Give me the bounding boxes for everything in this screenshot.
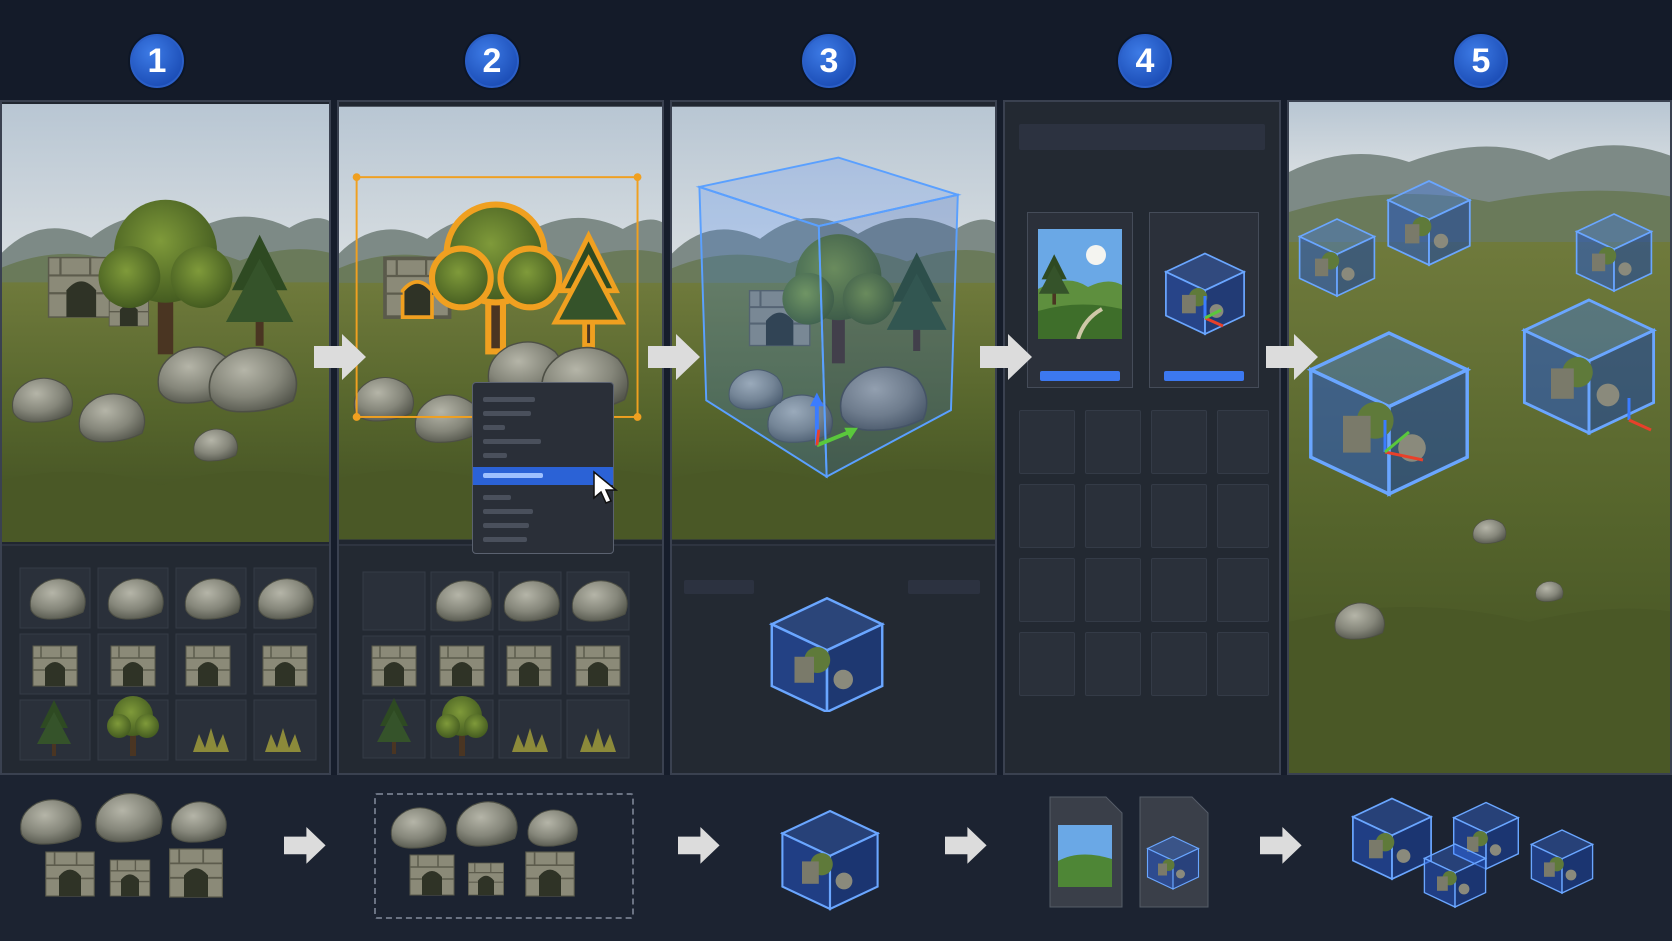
arrow-right-icon: [314, 334, 366, 380]
scene-viewport-3[interactable]: [672, 102, 995, 544]
panel-step-3: [670, 100, 997, 775]
menu-item[interactable]: [483, 425, 505, 430]
menu-item[interactable]: [483, 439, 541, 444]
summary-illustrations: [20, 792, 1594, 911]
empty-slot[interactable]: [1217, 410, 1269, 474]
menu-item[interactable]: [483, 509, 533, 514]
panel-step-5: [1287, 100, 1672, 775]
step-badge-5: 5: [1452, 32, 1510, 90]
step-badge-2: 2: [463, 32, 521, 90]
panel-header-bar: [684, 580, 754, 594]
empty-slot[interactable]: [1019, 632, 1075, 696]
scene-asset-card[interactable]: [1027, 212, 1133, 388]
empty-slot[interactable]: [1217, 632, 1269, 696]
panel-header-bar: [908, 580, 980, 594]
prefab-preview-panel: [672, 544, 995, 773]
empty-slot[interactable]: [1151, 558, 1207, 622]
menu-item[interactable]: [483, 411, 531, 416]
scene-thumbnail-icon: [1038, 229, 1122, 339]
empty-slot[interactable]: [1085, 632, 1141, 696]
open-button[interactable]: [1164, 371, 1244, 381]
empty-slot[interactable]: [1151, 484, 1207, 548]
selection-group-box: [374, 793, 634, 919]
open-button[interactable]: [1040, 371, 1120, 381]
panel-step-1: [0, 100, 331, 775]
empty-slot[interactable]: [1217, 558, 1269, 622]
scene-viewport-5[interactable]: [1289, 102, 1672, 775]
step-badge-4: 4: [1116, 32, 1174, 90]
menu-item[interactable]: [483, 537, 527, 542]
empty-slot[interactable]: [1085, 410, 1141, 474]
scene-viewport-1[interactable]: [2, 102, 329, 544]
empty-slot[interactable]: [1019, 558, 1075, 622]
prefab-cube-icon[interactable]: [762, 582, 892, 712]
asset-library-2: [339, 544, 662, 773]
empty-slot[interactable]: [1085, 484, 1141, 548]
menu-item[interactable]: [483, 495, 511, 500]
empty-slot[interactable]: [1019, 410, 1075, 474]
step-badge-1: 1: [128, 32, 186, 90]
menu-item[interactable]: [483, 397, 535, 402]
step-badge-3: 3: [800, 32, 858, 90]
menu-item[interactable]: [483, 453, 507, 458]
empty-slot[interactable]: [1151, 410, 1207, 474]
asset-library-1: [2, 544, 329, 773]
arrow-right-icon: [648, 334, 700, 380]
menu-item[interactable]: [483, 523, 529, 528]
mouse-cursor-icon: [593, 470, 619, 504]
empty-slot[interactable]: [1151, 632, 1207, 696]
empty-slot[interactable]: [1085, 558, 1141, 622]
panel-step-4: [1003, 100, 1281, 775]
context-menu[interactable]: [472, 382, 614, 554]
prefab-cube-icon: [1165, 252, 1245, 335]
search-bar[interactable]: [1019, 124, 1265, 150]
arrow-right-icon: [1266, 334, 1318, 380]
arrow-right-icon: [980, 334, 1032, 380]
empty-slot[interactable]: [1217, 484, 1269, 548]
prefab-asset-card[interactable]: [1149, 212, 1259, 388]
empty-slot[interactable]: [1019, 484, 1075, 548]
